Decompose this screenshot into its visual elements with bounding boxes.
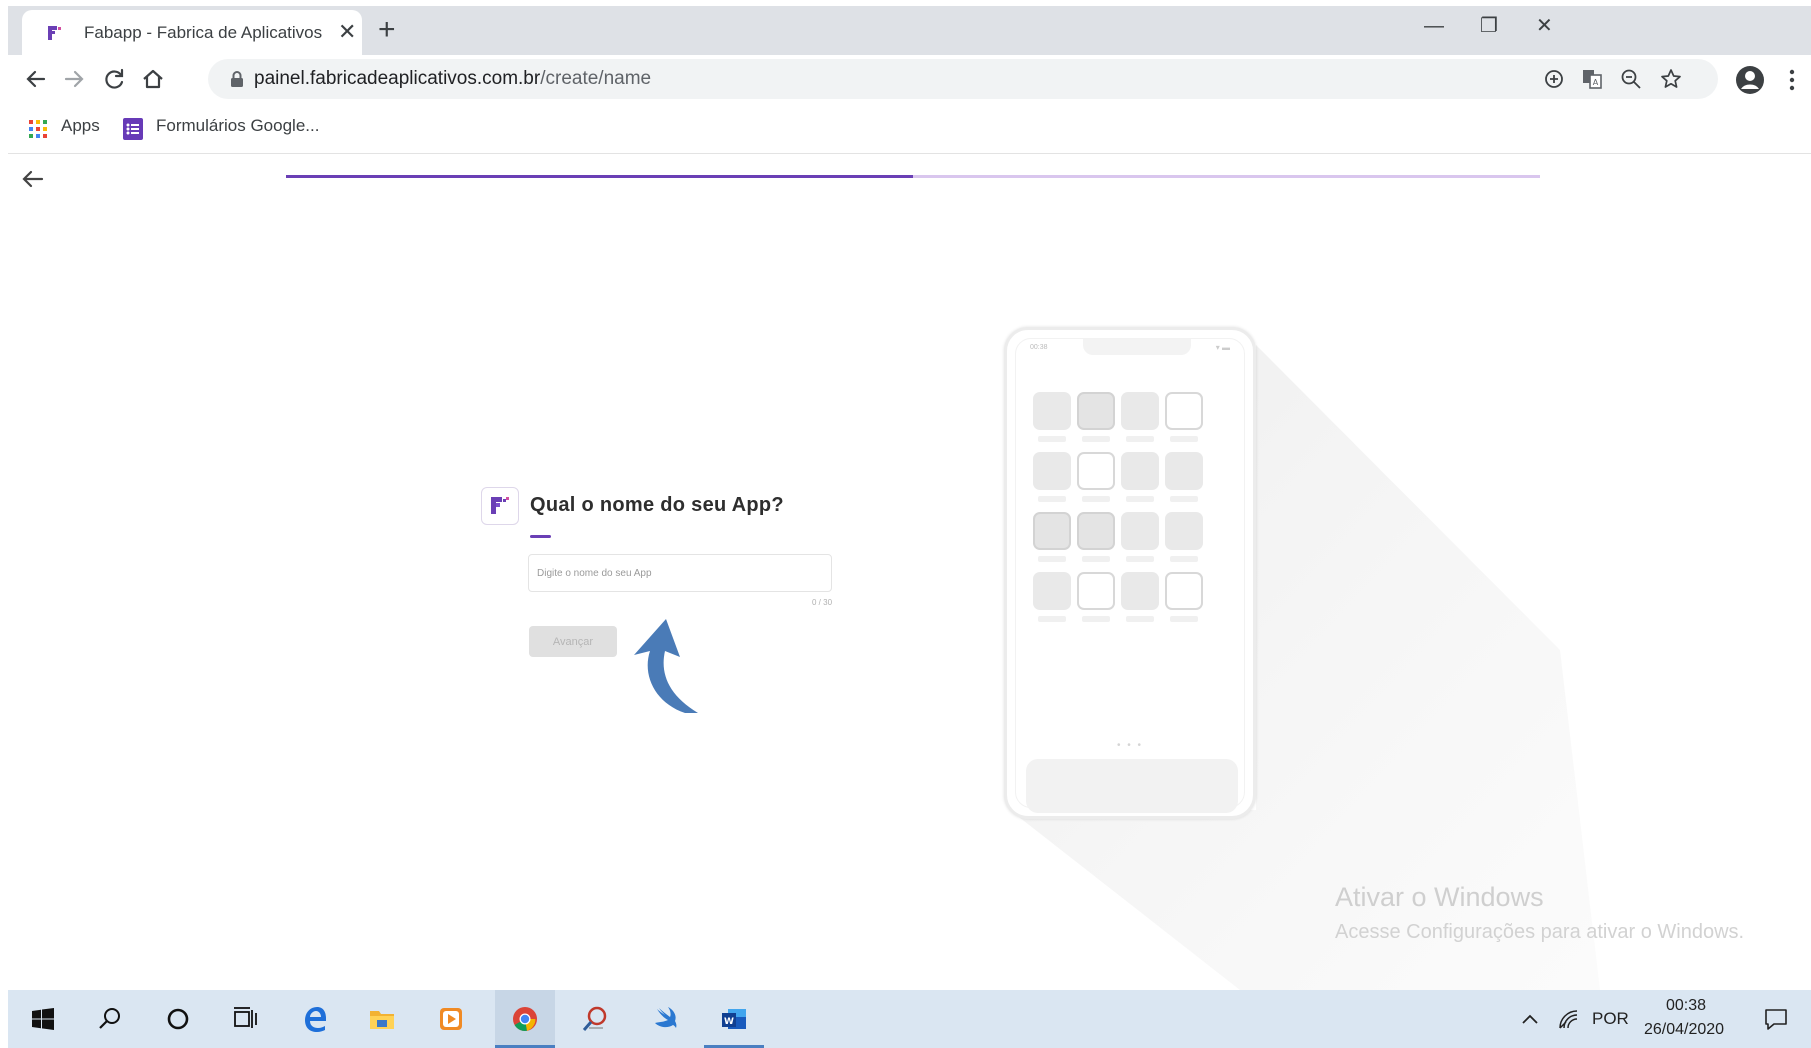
windows-activation-subtitle: Acesse Configurações para ativar o Windo…: [1335, 921, 1745, 943]
phone-mockup: 00:38 ▾ ▬ • • •: [1004, 327, 1256, 819]
media-player-icon: [440, 1008, 462, 1030]
phone-app-label: [1170, 436, 1198, 442]
phone-app-icon: [1121, 572, 1159, 610]
swift-icon: [655, 1007, 677, 1028]
notification-icon[interactable]: [1763, 1006, 1789, 1032]
page-back-arrow-icon[interactable]: [20, 168, 46, 190]
phone-app-label: [1126, 616, 1154, 622]
phone-app-icon: [1165, 452, 1203, 490]
windows-start-icon: [32, 1008, 54, 1030]
phone-app-label: [1170, 556, 1198, 562]
taskbar-task-view[interactable]: [215, 990, 275, 1048]
phone-app-label: [1082, 436, 1110, 442]
phone-notch: [1083, 339, 1191, 355]
taskbar-word[interactable]: W: [704, 990, 764, 1048]
title-underline: [530, 535, 551, 538]
phone-app-label: [1082, 556, 1110, 562]
character-counter: 0 / 30: [812, 598, 833, 607]
phone-app-icon: [1077, 572, 1115, 610]
windows-taskbar: W POR 00:38 26/04/2020: [8, 990, 1811, 1048]
phone-app-icon: [1121, 452, 1159, 490]
phone-app-icon: [1033, 572, 1071, 610]
language-indicator[interactable]: POR: [1592, 1009, 1629, 1029]
word-icon: W: [722, 1009, 746, 1029]
svg-text:W: W: [724, 1017, 734, 1027]
phone-app-icon: [1165, 392, 1203, 430]
phone-app-icon: [1165, 572, 1203, 610]
progress-bar: [286, 175, 1540, 178]
phone-app-icon: [1033, 452, 1071, 490]
search-icon: [99, 1008, 120, 1029]
edge-icon: [305, 1007, 326, 1032]
taskbar-file-explorer[interactable]: [352, 990, 412, 1048]
phone-app-label: [1082, 616, 1110, 622]
taskbar-chrome[interactable]: [495, 990, 555, 1048]
phone-status-time: 00:38: [1030, 344, 1048, 351]
clock-time[interactable]: 00:38: [1666, 997, 1706, 1015]
taskbar-edge[interactable]: [285, 990, 345, 1048]
phone-app-label: [1126, 436, 1154, 442]
phone-page-dots: • • •: [1117, 740, 1144, 751]
app-icon: [582, 1006, 607, 1031]
taskbar-cortana[interactable]: [148, 990, 208, 1048]
fabapp-logo-icon: [491, 497, 509, 514]
phone-app-icon: [1165, 512, 1203, 550]
phone-app-label: [1038, 616, 1066, 622]
phone-shadow: [1010, 345, 1600, 990]
annotation-arrow-icon: [634, 619, 698, 713]
phone-app-label: [1038, 436, 1066, 442]
taskbar-swift[interactable]: [635, 990, 695, 1048]
phone-status-icons: ▾ ▬: [1215, 343, 1230, 352]
phone-screen: 00:38 ▾ ▬ • • •: [1015, 338, 1245, 813]
phone-app-icon: [1033, 512, 1071, 550]
chrome-icon: [513, 1007, 537, 1031]
phone-app-icon: [1033, 392, 1071, 430]
phone-app-icon: [1121, 512, 1159, 550]
start-button[interactable]: [13, 990, 73, 1048]
phone-app-label: [1038, 496, 1066, 502]
taskbar-search[interactable]: [80, 990, 140, 1048]
phone-app-label: [1038, 556, 1066, 562]
taskbar-app[interactable]: [565, 990, 625, 1048]
phone-app-label: [1126, 556, 1154, 562]
phone-app-label: [1170, 616, 1198, 622]
next-button[interactable]: Avançar: [529, 626, 617, 657]
clock-date[interactable]: 26/04/2020: [1644, 1021, 1724, 1039]
phone-app-label: [1170, 496, 1198, 502]
page-title: Qual o nome do seu App?: [530, 494, 784, 516]
taskbar-media-player[interactable]: [421, 990, 481, 1048]
task-view-icon: [234, 1007, 257, 1028]
windows-activation-title: Ativar o Windows: [1335, 882, 1544, 912]
app-name-input[interactable]: [528, 554, 832, 592]
phone-app-icon: [1077, 392, 1115, 430]
cortana-icon: [167, 1008, 189, 1030]
file-explorer-icon: [370, 1011, 394, 1029]
fabapp-logo: [481, 487, 519, 525]
phone-app-label: [1126, 496, 1154, 502]
phone-app-icon: [1077, 512, 1115, 550]
phone-app-icon: [1077, 452, 1115, 490]
wifi-icon[interactable]: [1557, 1008, 1579, 1030]
progress-bar-fill: [286, 175, 913, 178]
phone-dock: [1026, 759, 1238, 813]
phone-app-icon: [1121, 392, 1159, 430]
chevron-up-icon[interactable]: [1521, 1012, 1539, 1026]
phone-app-label: [1082, 496, 1110, 502]
